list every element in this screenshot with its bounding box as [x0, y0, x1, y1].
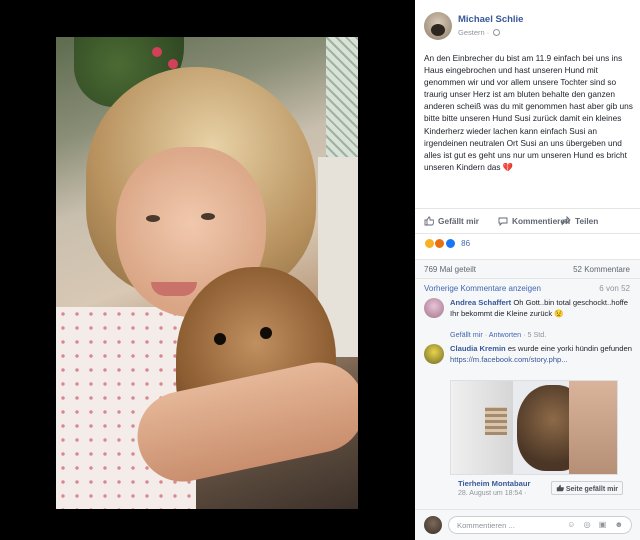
reactions-summary[interactable]: 86	[424, 238, 470, 252]
share-icon	[561, 216, 571, 226]
comment-input[interactable]: Kommentieren ... ☺ ◎ ▣ ☻	[448, 516, 632, 534]
post-actions-bar: Gefällt mir Kommentieren Teilen	[415, 208, 640, 234]
comment-like-link[interactable]: Gefällt mir	[450, 330, 483, 339]
post-date[interactable]: Gestern ·	[458, 28, 501, 37]
comments-section: Vorherige Kommentare anzeigen 6 von 52 A…	[415, 279, 640, 509]
commenter-avatar[interactable]	[424, 298, 444, 318]
previous-comments-link[interactable]: Vorherige Kommentare anzeigen	[424, 284, 541, 293]
shared-page-date[interactable]: 28. August um 18:54 ·	[458, 490, 527, 497]
comment-body: es wurde eine yorki hündin gefunden	[507, 344, 632, 353]
photo-eye	[146, 215, 160, 222]
photo-dog-eye	[260, 327, 272, 339]
shared-post-image[interactable]	[450, 380, 618, 475]
thumbs-up-icon	[556, 484, 564, 492]
share-label: Teilen	[575, 216, 599, 226]
post-panel: Michael Schlie Gestern · An den Einbrech…	[415, 0, 640, 540]
comment-icon	[498, 217, 508, 226]
broken-heart-icon: 💔	[502, 161, 514, 172]
comment-link[interactable]: https://m.facebook.com/story.php...	[450, 355, 568, 364]
author-avatar[interactable]	[424, 12, 452, 40]
like-page-button[interactable]: Seite gefällt mir	[550, 481, 623, 495]
thumbs-up-icon	[424, 216, 434, 226]
angry-reaction-icon	[434, 238, 446, 250]
post-photo[interactable]	[56, 37, 358, 509]
shared-page-name[interactable]: Tierheim Montabaur	[458, 479, 530, 488]
reaction-count: 86	[461, 239, 471, 249]
comment-meta: Gefällt mir · Antworten · 5 Std.	[450, 330, 546, 339]
comment-time[interactable]: 5 Std.	[528, 330, 547, 339]
like-page-label: Seite gefällt mir	[565, 486, 618, 493]
comment-composer: Kommentieren ... ☺ ◎ ▣ ☻	[415, 509, 640, 540]
wow-reaction-icon	[424, 238, 435, 250]
commenter-name[interactable]: Claudia Kremin	[450, 344, 506, 353]
post-date-text: Gestern ·	[458, 28, 490, 37]
comment-item: Andrea Schaffert Oh Gott..bin total gesc…	[424, 298, 634, 342]
photo-viewer	[0, 0, 415, 540]
share-button[interactable]: Teilen	[561, 216, 598, 226]
comment-count[interactable]: 52 Kommentare	[573, 265, 630, 274]
photo-fence	[326, 37, 358, 157]
comment-reply-link[interactable]: Antworten	[489, 330, 521, 339]
photo-flower	[152, 47, 162, 57]
current-user-avatar	[424, 516, 442, 534]
post-text: An den Einbrecher du bist am 11.9 einfac…	[424, 52, 636, 173]
commenter-name[interactable]: Andrea Schaffert	[450, 298, 511, 307]
author-name[interactable]: Michael Schlie	[458, 14, 523, 25]
post-stats: 769 Mal geteilt 52 Kommentare	[415, 259, 640, 279]
shared-image-hand	[569, 381, 617, 474]
share-count[interactable]: 769 Mal geteilt	[424, 265, 476, 274]
like-button[interactable]: Gefällt mir	[424, 216, 479, 226]
photo-mouth	[151, 282, 197, 296]
post-header: Michael Schlie Gestern ·	[424, 12, 634, 44]
comment-button[interactable]: Kommentieren	[498, 216, 570, 226]
shared-image-window	[485, 407, 507, 435]
comment-input-placeholder: Kommentieren ...	[457, 521, 515, 530]
like-label: Gefällt mir	[438, 216, 480, 226]
shared-page-row: Tierheim Montabaur 28. August um 18:54 ·…	[450, 477, 625, 509]
photo-eye	[201, 213, 215, 220]
comment-text: Andrea Schaffert Oh Gott..bin total gesc…	[450, 298, 634, 319]
globe-icon	[493, 29, 501, 36]
comment-pager: 6 von 52	[599, 284, 630, 293]
like-reaction-icon	[444, 238, 456, 250]
commenter-avatar[interactable]	[424, 344, 444, 364]
photo-dog-eye	[214, 333, 226, 345]
post-text-body: An den Einbrecher du bist am 11.9 einfac…	[424, 53, 633, 172]
comment-text: Claudia Kremin es wurde eine yorki hündi…	[450, 344, 634, 365]
facebook-photo-viewer: Michael Schlie Gestern · An den Einbrech…	[0, 0, 640, 540]
composer-tool-icons[interactable]: ☺ ◎ ▣ ☻	[567, 520, 626, 529]
